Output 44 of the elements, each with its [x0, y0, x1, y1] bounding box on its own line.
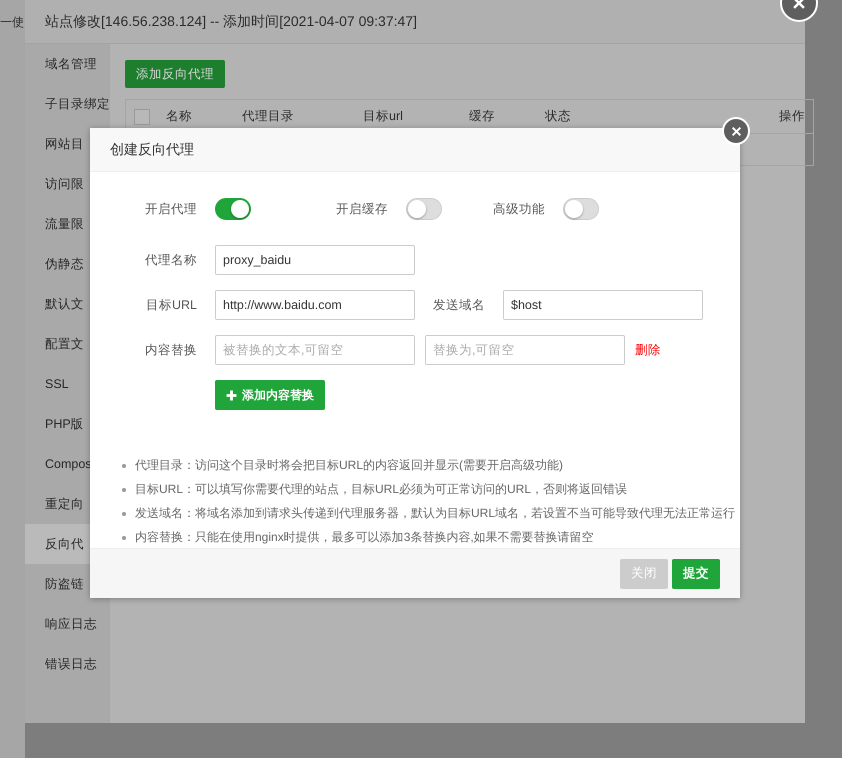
input-field[interactable]: proxy_baidu — [215, 245, 415, 275]
field-label: 发送域名 — [432, 296, 486, 314]
column-header: 代理目录 — [242, 108, 295, 125]
sidebar-item[interactable]: 响应日志 — [25, 604, 110, 644]
sidebar-item[interactable]: 错误日志 — [25, 644, 110, 684]
bullet-icon — [122, 512, 126, 516]
select-all-checkbox[interactable] — [134, 108, 150, 124]
column-header: 名称 — [166, 108, 193, 125]
close-icon — [792, 0, 806, 10]
note-text: 发送域名：将域名添加到请求头传递到代理服务器，默认为目标URL域名，若设置不当可能导致代理无法正常运行 — [135, 505, 736, 522]
input-field[interactable]: 被替换的文本,可留空 — [215, 335, 415, 365]
submit-button[interactable]: 提交 — [672, 558, 720, 588]
column-header: 目标url — [363, 108, 404, 125]
note-text: 目标URL：可以填写你需要代理的站点，目标URL必须为可正常访问的URL，否则将返回错误 — [135, 481, 628, 498]
input-field[interactable]: $host — [503, 290, 703, 320]
toggle-label: 高级功能 — [492, 200, 546, 218]
plus-icon — [226, 390, 237, 400]
column-header: 状态 — [545, 108, 572, 125]
column-header: 操作 — [778, 108, 805, 125]
bullet-icon — [122, 464, 126, 468]
input-field[interactable]: http://www.baidu.com — [215, 290, 415, 320]
delete-link[interactable]: 删除 — [635, 342, 661, 358]
close-icon — [730, 126, 742, 136]
input-field[interactable]: 替换为,可留空 — [425, 335, 625, 365]
page-text: 一使 — [0, 14, 24, 31]
dialog-title: 站点修改[146.56.238.124] -- 添加时间[2021-04-07 09:37:47] — [45, 12, 417, 30]
note-text: 代理目录：访问这个目录时将会把目标URL的内容返回并显示(需要开启高级功能) — [135, 457, 563, 474]
add-proxy-button[interactable]: 添加反向代理 — [125, 60, 225, 88]
toggle-switch[interactable] — [215, 198, 251, 220]
sidebar-item[interactable]: 域名管理 — [25, 44, 110, 84]
column-header: 缓存 — [469, 108, 496, 125]
field-label: 代理名称 — [144, 252, 198, 268]
dialog-title: 创建反向代理 — [110, 140, 194, 158]
bullet-icon — [122, 488, 126, 492]
bullet-icon — [122, 536, 126, 540]
toggle-switch[interactable] — [563, 198, 599, 220]
toggle-label: 开启缓存 — [335, 200, 389, 218]
field-label: 内容替换 — [144, 342, 198, 358]
add-replace-button[interactable]: 添加内容替换 — [215, 380, 325, 410]
sidebar-item[interactable]: 子目录绑定 — [25, 84, 110, 124]
note-text: 内容替换：只能在使用nginx时提供，最多可以添加3条替换内容,如果不需要替换请留空 — [135, 529, 594, 546]
toggle-switch[interactable] — [406, 198, 442, 220]
toggle-label: 开启代理 — [144, 200, 198, 218]
field-label: 目标URL — [144, 296, 198, 314]
